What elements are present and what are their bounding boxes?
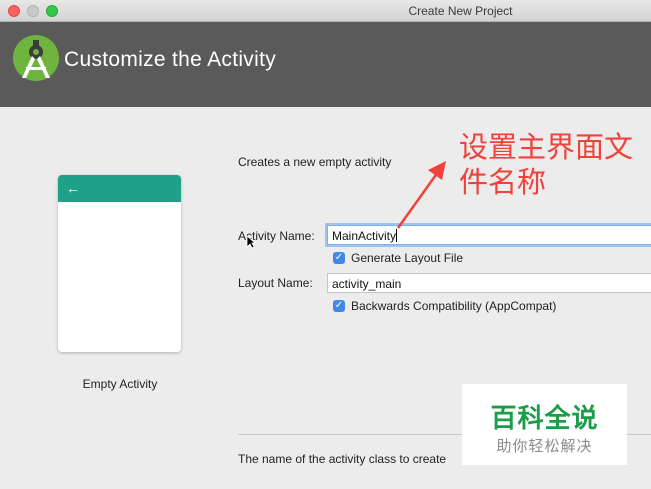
checkmark-icon[interactable]: ✓: [333, 252, 345, 264]
activity-name-value: MainActivity: [332, 229, 397, 243]
window-title: Create New Project: [408, 4, 513, 18]
arrow-left-icon: ←: [66, 180, 80, 196]
text-caret: [396, 229, 398, 242]
android-studio-logo-icon: [13, 35, 59, 81]
checkmark-icon[interactable]: ✓: [333, 300, 345, 312]
mouse-pointer-icon: [246, 235, 256, 249]
layout-name-input[interactable]: activity_main: [327, 273, 651, 293]
template-label: Empty Activity: [82, 377, 158, 391]
watermark: 百科全说 助你轻松解决: [462, 384, 627, 465]
backwards-compat-checkbox-row[interactable]: ✓ Backwards Compatibility (AppCompat): [333, 299, 556, 313]
template-description: Creates a new empty activity: [238, 155, 392, 169]
activity-template-preview: ←: [58, 175, 181, 352]
watermark-title: 百科全说: [490, 404, 599, 434]
generate-layout-label: Generate Layout File: [351, 251, 464, 265]
field-help-text: The name of the activity class to create: [238, 452, 447, 466]
layout-name-label: Layout Name:: [238, 276, 313, 290]
preview-app-bar: ←: [58, 175, 181, 202]
window-titlebar: Create New Project: [0, 0, 651, 22]
activity-name-input[interactable]: MainActivity: [327, 225, 651, 245]
watermark-subtitle: 助你轻松解决: [496, 437, 593, 455]
wizard-header: Customize the Activity: [0, 22, 651, 107]
annotation-text: 设置主界面文件名称: [459, 130, 634, 199]
page-title: Customize the Activity: [64, 48, 277, 71]
generate-layout-checkbox-row[interactable]: ✓ Generate Layout File: [333, 251, 463, 265]
backwards-compat-label: Backwards Compatibility (AppCompat): [351, 299, 557, 313]
